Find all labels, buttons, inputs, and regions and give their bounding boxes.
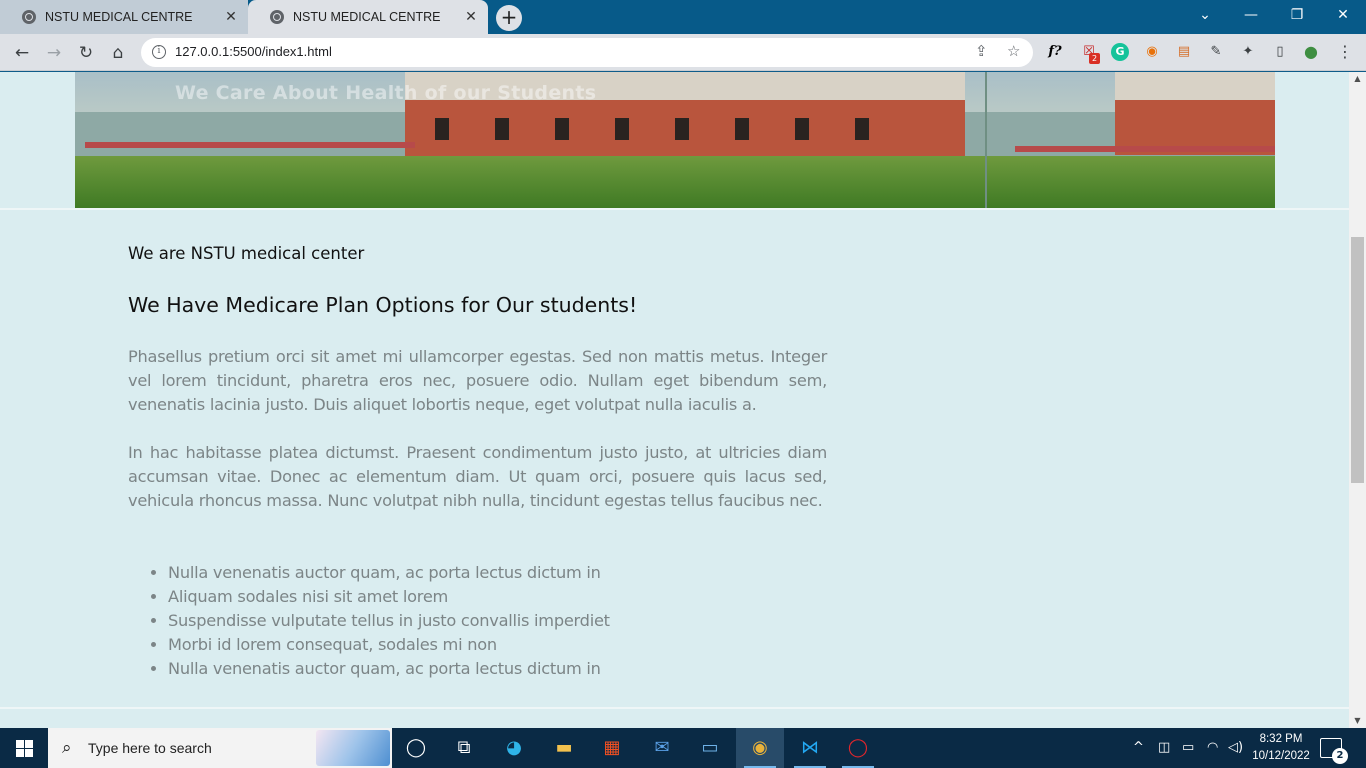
- windows-start-icon[interactable]: [0, 728, 48, 768]
- section-divider: [0, 707, 1349, 709]
- banner-seam: [985, 72, 987, 208]
- opera-icon[interactable]: ◯: [834, 728, 882, 768]
- extension-badge: 2: [1089, 53, 1100, 64]
- close-window-button[interactable]: ✕: [1320, 0, 1366, 30]
- store-icon[interactable]: ▦: [588, 728, 636, 768]
- search-placeholder[interactable]: Type here to search: [88, 740, 212, 756]
- minimize-button[interactable]: —: [1228, 0, 1274, 30]
- url-text[interactable]: 127.0.0.1:5500/index1.html: [175, 44, 332, 59]
- extension-icon[interactable]: ◉: [1143, 43, 1161, 61]
- benefits-list: Nulla venenatis auctor quam, ac porta le…: [168, 561, 610, 681]
- banner-window: [555, 118, 569, 140]
- banner-window: [435, 118, 449, 140]
- scroll-down-arrow-icon[interactable]: ▼: [1349, 714, 1366, 728]
- forward-button[interactable]: →: [42, 41, 66, 65]
- banner-caption: We Care About Health of our Students: [175, 82, 597, 104]
- clock-date: 10/12/2022: [1252, 750, 1310, 762]
- scroll-thumb[interactable]: [1351, 237, 1364, 483]
- paragraph: Phasellus pretium orci sit amet mi ullam…: [128, 347, 827, 414]
- share-icon[interactable]: ⇪: [975, 42, 988, 60]
- task-view-icon[interactable]: ⧉: [440, 728, 488, 768]
- list-item: Nulla venenatis auctor quam, ac porta le…: [168, 657, 610, 681]
- tray-chevron-icon[interactable]: ^: [1133, 728, 1144, 768]
- close-tab-icon[interactable]: ✕: [462, 9, 480, 25]
- meet-icon[interactable]: ◫: [1158, 728, 1170, 768]
- globe-icon: [270, 10, 284, 24]
- windows-taskbar: ⌕ Type here to search ◯ ⧉ ◕ ▬ ▦ ✉ ▭ ◉ ⋈ …: [0, 728, 1366, 768]
- tab-title: NSTU MEDICAL CENTRE: [45, 10, 193, 24]
- bookmark-star-icon[interactable]: ☆: [1007, 42, 1020, 60]
- close-tab-icon[interactable]: ✕: [222, 9, 240, 25]
- restore-button[interactable]: ❐: [1274, 0, 1320, 30]
- banner-window: [795, 118, 809, 140]
- volume-icon[interactable]: ◁): [1228, 728, 1243, 768]
- browser-toolbar: ← → ↻ ⌂ i 127.0.0.1:5500/index1.html ⇪ ☆…: [0, 34, 1366, 71]
- battery-icon[interactable]: ▭: [1182, 728, 1194, 768]
- tab-strip: NSTU MEDICAL CENTRE ✕ NSTU MEDICAL CENTR…: [0, 0, 1366, 34]
- paragraph: In hac habitasse platea dictumst. Praese…: [128, 443, 827, 510]
- page-viewport: We Care About Health of our Students We …: [0, 72, 1349, 728]
- taskbar-clock[interactable]: 8:32 PM 10/12/2022: [1248, 731, 1314, 765]
- home-button[interactable]: ⌂: [106, 41, 130, 65]
- grammarly-icon[interactable]: G: [1111, 43, 1129, 61]
- banner-fence: [85, 142, 415, 148]
- chrome-icon[interactable]: ◉: [736, 728, 784, 768]
- profile-avatar-icon[interactable]: ●: [1302, 43, 1320, 61]
- list-item: Suspendisse vulputate tellus in justo co…: [168, 609, 610, 633]
- cortana-icon[interactable]: ◯: [392, 728, 440, 768]
- page-scrollbar[interactable]: ▲ ▼: [1349, 72, 1366, 728]
- search-icon: ⌕: [62, 738, 72, 758]
- wifi-icon[interactable]: ◠: [1207, 728, 1218, 768]
- globe-icon: [22, 10, 36, 24]
- tab-title: NSTU MEDICAL CENTRE: [293, 10, 441, 24]
- new-tab-button[interactable]: +: [496, 5, 522, 31]
- address-bar[interactable]: i 127.0.0.1:5500/index1.html ⇪ ☆: [141, 38, 1033, 67]
- extensions-puzzle-icon[interactable]: ✦: [1239, 43, 1257, 61]
- tab-active[interactable]: NSTU MEDICAL CENTRE ✕: [248, 0, 488, 34]
- menu-icon[interactable]: ⋮: [1336, 43, 1354, 61]
- extension-icon[interactable]: ✎: [1207, 43, 1225, 61]
- campus-banner-image: We Care About Health of our Students: [75, 72, 1275, 208]
- site-info-icon[interactable]: i: [152, 45, 166, 59]
- clock-time: 8:32 PM: [1259, 733, 1303, 745]
- back-button[interactable]: ←: [10, 41, 34, 65]
- tab-inactive[interactable]: NSTU MEDICAL CENTRE ✕: [0, 0, 248, 34]
- banner-window: [855, 118, 869, 140]
- page-headline: We Have Medicare Plan Options for Our st…: [128, 293, 638, 317]
- banner-window: [675, 118, 689, 140]
- reload-button[interactable]: ↻: [74, 41, 98, 65]
- section-divider: [0, 208, 1349, 210]
- banner-window: [495, 118, 509, 140]
- remote-desktop-icon[interactable]: ▭: [686, 728, 734, 768]
- vscode-icon[interactable]: ⋈: [786, 728, 834, 768]
- scroll-up-arrow-icon[interactable]: ▲: [1349, 72, 1366, 86]
- list-item: Nulla venenatis auctor quam, ac porta le…: [168, 561, 610, 585]
- banner-grass: [75, 156, 1275, 208]
- side-panel-icon[interactable]: ▯: [1271, 43, 1289, 61]
- formula-extension-icon[interactable]: f?: [1046, 43, 1064, 61]
- file-explorer-icon[interactable]: ▬: [540, 728, 588, 768]
- banner-fence: [1015, 146, 1275, 152]
- banner-window: [615, 118, 629, 140]
- search-highlight-image: [316, 730, 390, 766]
- intro-text: We are NSTU medical center: [128, 244, 365, 263]
- banner-window: [735, 118, 749, 140]
- list-item: Morbi id lorem consequat, sodales mi non: [168, 633, 610, 657]
- tab-search-icon[interactable]: ⌄: [1182, 0, 1228, 30]
- notification-count-badge: 2: [1332, 748, 1348, 764]
- edge-icon[interactable]: ◕: [490, 728, 538, 768]
- list-item: Aliquam sodales nisi sit amet lorem: [168, 585, 610, 609]
- mail-icon[interactable]: ✉: [638, 728, 686, 768]
- taskbar-search-box[interactable]: ⌕ Type here to search: [48, 728, 392, 768]
- extension-icon[interactable]: ▤: [1175, 43, 1193, 61]
- banner-roof: [1115, 72, 1275, 100]
